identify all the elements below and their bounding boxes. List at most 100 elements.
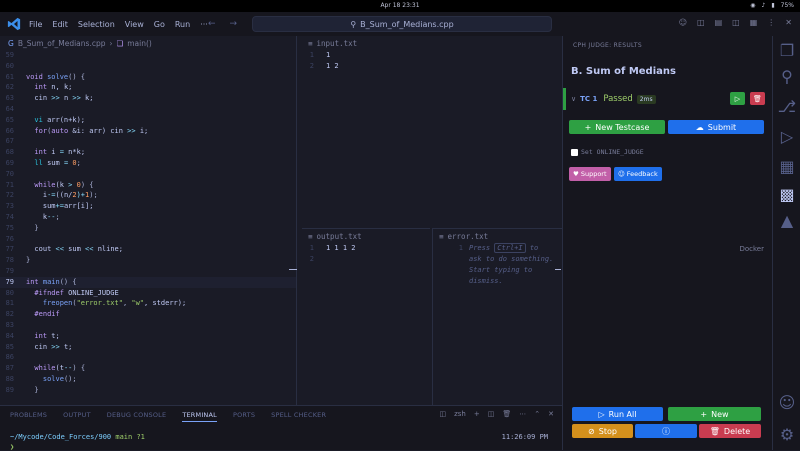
trash-icon[interactable]: 🗑 <box>502 410 511 418</box>
command-center-search[interactable]: ⚲ B_Sum_of_Medians.cpp <box>252 16 552 32</box>
more-actions-icon[interactable]: ⋯ <box>519 410 526 418</box>
code-line[interactable]: 66 for(auto &i: arr) cin >> i; <box>0 126 296 137</box>
pane-line[interactable]: 1 1 1 1 2 <box>302 243 430 254</box>
panel-tab-ports[interactable]: PORTS <box>233 411 255 422</box>
testcase-row[interactable]: ∨ TC 1 Passed 2ms ▷ 🗑 <box>563 88 769 110</box>
run-debug-icon[interactable]: ▷ <box>779 127 795 146</box>
pane-line[interactable]: 2 1 2 <box>302 61 560 72</box>
code-line[interactable]: 77 cout << sum << nline; <box>0 244 296 255</box>
search-icon[interactable]: ⚲ <box>779 67 795 86</box>
code-line[interactable]: 60 <box>0 61 296 72</box>
code-line[interactable]: 87 while(t--) { <box>0 363 296 374</box>
code-line[interactable]: 82 #endif <box>0 309 296 320</box>
output-tab[interactable]: ≡ output.txt <box>302 229 430 243</box>
menu-run[interactable]: Run <box>175 20 190 29</box>
code-line[interactable]: 75 } <box>0 223 296 234</box>
panel-tab-debug-console[interactable]: DEBUG CONSOLE <box>107 411 167 422</box>
menu-edit[interactable]: Edit <box>52 20 68 29</box>
code-line[interactable]: 61 void solve() { <box>0 72 296 83</box>
panel-tab-terminal[interactable]: TERMINAL <box>182 411 217 422</box>
panel-tab-output[interactable]: OUTPUT <box>63 411 91 422</box>
more-actions-icon[interactable]: ⋮ <box>767 18 775 27</box>
add-terminal-icon[interactable]: + <box>474 410 480 418</box>
menu-file[interactable]: File <box>29 20 42 29</box>
panel-tab-problems[interactable]: PROBLEMS <box>10 411 47 422</box>
code-line[interactable]: 62 int n, k; <box>0 82 296 93</box>
delete-button[interactable]: 🗑 Delete <box>699 424 761 438</box>
copilot-icon[interactable]: ☺ <box>679 18 687 27</box>
code-line[interactable]: 83 <box>0 320 296 331</box>
forward-arrow-icon[interactable]: → <box>230 19 238 29</box>
chevron-down-icon[interactable]: ∨ <box>571 95 576 103</box>
breadcrumb-file[interactable]: B_Sum_of_Medians.cpp <box>18 39 106 48</box>
stop-button[interactable]: ⊘ Stop <box>572 424 633 438</box>
delete-testcase-button[interactable]: 🗑 <box>750 92 765 105</box>
error-tab[interactable]: ≡ error.txt <box>433 229 562 243</box>
code-line[interactable]: 80 #ifndef ONLINE_JUDGE <box>0 288 296 299</box>
breadcrumb-symbol[interactable]: main() <box>127 39 152 48</box>
code-line[interactable]: 63 cin >> n >> k; <box>0 93 296 104</box>
run-all-button[interactable]: ▷ Run All <box>572 407 663 421</box>
code-line[interactable]: 86 <box>0 352 296 363</box>
layout-sidebar-icon[interactable]: ◫ <box>697 18 705 27</box>
code-line[interactable]: 65 vi arr(n+k); <box>0 115 296 126</box>
code-editor[interactable]: 59 60 61 void solve() {62 int n, k; 63 cin >… <box>0 50 296 405</box>
run-testcase-button[interactable]: ▷ <box>730 92 745 105</box>
code-line[interactable]: 67 <box>0 136 296 147</box>
maximize-panel-icon[interactable]: ⌃ <box>534 410 540 418</box>
code-line[interactable]: 81 freopen("error.txt", "w", stderr); <box>0 298 296 309</box>
code-line[interactable]: 69 ll sum = 0; <box>0 158 296 169</box>
menu-go[interactable]: Go <box>154 20 165 29</box>
docker-icon[interactable]: ▲ <box>779 211 795 230</box>
code-line[interactable]: 89 } <box>0 385 296 396</box>
terminal-prompt-line[interactable]: ~/Mycode/Code_Forces/900 main ?1 <box>10 433 145 441</box>
code-line[interactable]: 79 <box>0 266 296 277</box>
source-control-icon[interactable]: ⎇ <box>778 97 796 116</box>
back-arrow-icon[interactable]: ← <box>208 19 216 29</box>
code-line[interactable]: 88 solve(); <box>0 374 296 385</box>
feedback-button[interactable]: ☺ Feedback <box>614 167 662 181</box>
extensions-icon[interactable]: ▦ <box>779 157 795 176</box>
code-line[interactable]: 85 cin >> t; <box>0 342 296 353</box>
code-line[interactable]: 68 int i = n*k; <box>0 147 296 158</box>
close-window-icon[interactable]: ✕ <box>785 18 792 27</box>
code-line[interactable]: 72 i-=((n/2)+1); <box>0 190 296 201</box>
customize-layout-icon[interactable]: ▦ <box>750 18 758 27</box>
code-line[interactable]: 74 k--; <box>0 212 296 223</box>
code-line[interactable]: 71 while(k > 0) { <box>0 180 296 191</box>
online-judge-toggle[interactable]: Set ONLINE_JUDGE <box>571 148 644 156</box>
code-line[interactable]: 84 int t; <box>0 331 296 342</box>
info-button[interactable]: ⓘ <box>635 424 697 438</box>
checkbox[interactable] <box>571 148 578 156</box>
code-line[interactable]: 79 int main() { <box>0 276 296 288</box>
submit-button[interactable]: ☁ Submit <box>668 120 764 134</box>
input-tab[interactable]: ≡ input.txt <box>302 36 560 50</box>
pane-line[interactable]: 2 <box>302 254 430 265</box>
input-pane[interactable]: ≡ input.txt 1121 2 <box>302 36 560 228</box>
error-pane[interactable]: ≡ error.txt 1 Press Ctrl+I to ask to do … <box>432 228 562 405</box>
close-panel-icon[interactable]: ✕ <box>548 410 554 418</box>
explorer-icon[interactable]: ❐ <box>779 41 795 60</box>
pane-line[interactable]: 11 <box>302 50 560 61</box>
menu-view[interactable]: View <box>125 20 144 29</box>
code-line[interactable]: 64 <box>0 104 296 115</box>
settings-gear-icon[interactable]: ⚙ <box>779 425 795 444</box>
panel-tab-spell-checker[interactable]: SPELL CHECKER <box>271 411 326 422</box>
cph-judge-icon[interactable]: ▩ <box>779 185 795 204</box>
account-icon[interactable]: ☺ <box>779 393 796 412</box>
output-pane[interactable]: ≡ output.txt 1 1 1 1 2 2 <box>302 228 430 405</box>
support-button[interactable]: ♥ Support <box>569 167 611 181</box>
code-line[interactable]: 76 <box>0 234 296 245</box>
layout-secondary-icon[interactable]: ◫ <box>732 18 740 27</box>
editor-divider[interactable] <box>296 36 297 405</box>
code-line[interactable]: 59 <box>0 50 296 61</box>
layout-panel-icon[interactable]: ▤ <box>715 18 723 27</box>
menu-more[interactable]: ··· <box>200 20 208 29</box>
code-line[interactable]: 73 sum+=arr[i]; <box>0 201 296 212</box>
menu-selection[interactable]: Selection <box>78 20 115 29</box>
terminal-shell-label[interactable]: zsh <box>454 410 466 418</box>
new-testcase-button[interactable]: + New Testcase <box>569 120 665 134</box>
split-terminal-icon[interactable]: ◫ <box>488 410 495 418</box>
code-line[interactable]: 70 <box>0 169 296 180</box>
code-line[interactable]: 78} <box>0 255 296 266</box>
